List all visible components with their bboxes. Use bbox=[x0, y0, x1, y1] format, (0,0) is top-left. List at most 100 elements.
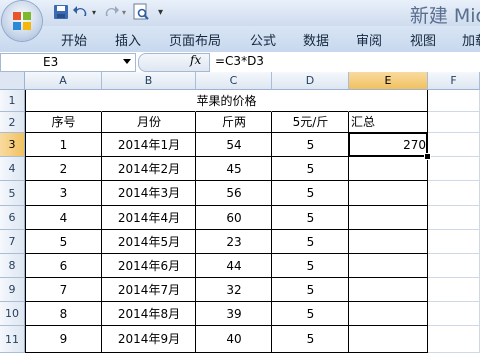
cell[interactable] bbox=[349, 157, 428, 181]
cell[interactable] bbox=[428, 254, 480, 278]
column-header-c[interactable]: C bbox=[196, 72, 272, 90]
table-title: 苹果的价格 bbox=[196, 94, 257, 108]
row-header-10[interactable]: 10 bbox=[0, 302, 25, 326]
cell[interactable] bbox=[428, 133, 480, 157]
row-header-4[interactable]: 4 bbox=[0, 157, 25, 181]
tab-page-layout[interactable]: 页面布局 bbox=[169, 30, 221, 49]
tab-review[interactable]: 审阅 bbox=[356, 30, 382, 49]
cell[interactable] bbox=[428, 230, 480, 254]
data-cell[interactable]: 2014年7月 bbox=[102, 278, 196, 302]
active-cell-selection[interactable] bbox=[348, 132, 428, 157]
cell[interactable] bbox=[349, 254, 428, 278]
cell[interactable] bbox=[428, 326, 480, 353]
column-header-e[interactable]: E bbox=[349, 72, 428, 90]
undo-icon[interactable] bbox=[72, 3, 90, 21]
redo-icon[interactable] bbox=[102, 3, 120, 21]
data-cell[interactable]: 2014年2月 bbox=[102, 157, 196, 181]
tab-home[interactable]: 开始 bbox=[61, 30, 87, 49]
row-header-8[interactable]: 8 bbox=[0, 254, 25, 278]
data-cell[interactable]: 5 bbox=[272, 181, 349, 206]
tab-formulas[interactable]: 公式 bbox=[250, 30, 276, 49]
insert-function-icon[interactable]: fx bbox=[190, 53, 201, 67]
data-cell[interactable]: 5 bbox=[272, 206, 349, 230]
select-all-corner[interactable] bbox=[0, 72, 25, 90]
cell[interactable] bbox=[349, 326, 428, 353]
data-cell[interactable]: 1 bbox=[25, 133, 102, 157]
column-header-b[interactable]: B bbox=[102, 72, 196, 90]
undo-dropdown-icon[interactable]: ▾ bbox=[92, 8, 96, 17]
row-header-11[interactable]: 11 bbox=[0, 326, 25, 353]
name-box[interactable]: E3 bbox=[0, 53, 136, 72]
data-cell[interactable]: 54 bbox=[196, 133, 272, 157]
data-cell[interactable]: 45 bbox=[196, 157, 272, 181]
data-cell[interactable]: 32 bbox=[196, 278, 272, 302]
data-cell[interactable]: 8 bbox=[25, 302, 102, 326]
column-header-a[interactable]: A bbox=[25, 72, 102, 90]
save-icon[interactable] bbox=[52, 3, 70, 21]
cell[interactable] bbox=[349, 302, 428, 326]
data-cell[interactable]: 9 bbox=[25, 326, 102, 353]
customize-arrow-icon[interactable]: ▾ bbox=[158, 7, 163, 18]
row-header-9[interactable]: 9 bbox=[0, 278, 25, 302]
data-cell[interactable]: 2 bbox=[25, 157, 102, 181]
office-logo-icon bbox=[13, 12, 31, 30]
column-header-f[interactable]: F bbox=[428, 72, 480, 90]
data-cell[interactable]: 39 bbox=[196, 302, 272, 326]
cell[interactable] bbox=[428, 90, 480, 112]
data-cell[interactable]: 3 bbox=[25, 181, 102, 206]
row-header-2[interactable]: 2 bbox=[0, 112, 25, 133]
tab-insert[interactable]: 插入 bbox=[115, 30, 141, 49]
data-cell[interactable]: 5 bbox=[272, 326, 349, 353]
row-header-1[interactable]: 1 bbox=[0, 90, 25, 112]
row-header-5[interactable]: 5 bbox=[0, 181, 25, 206]
data-cell[interactable]: 6 bbox=[25, 254, 102, 278]
cell[interactable] bbox=[349, 278, 428, 302]
data-cell[interactable]: 40 bbox=[196, 326, 272, 353]
quick-access-toolbar: ▾ ▾ ▾ bbox=[52, 2, 163, 22]
row-header-7[interactable]: 7 bbox=[0, 230, 25, 254]
data-cell[interactable]: 23 bbox=[196, 230, 272, 254]
data-cell[interactable]: 2014年6月 bbox=[102, 254, 196, 278]
data-cell[interactable]: 5 bbox=[272, 302, 349, 326]
cell[interactable] bbox=[349, 181, 428, 206]
namebox-dropdown-icon[interactable] bbox=[123, 59, 131, 64]
data-cell[interactable]: 60 bbox=[196, 206, 272, 230]
data-cell[interactable]: 2014年9月 bbox=[102, 326, 196, 353]
fill-handle[interactable] bbox=[424, 153, 431, 160]
formula-bar: E3 fx =C3*D3 bbox=[0, 52, 480, 73]
row-header-3[interactable]: 3 bbox=[0, 133, 25, 157]
data-cell[interactable]: 2014年3月 bbox=[102, 181, 196, 206]
header-cell: 斤两 bbox=[221, 115, 246, 129]
data-cell[interactable]: 2014年1月 bbox=[102, 133, 196, 157]
column-header-d[interactable]: D bbox=[272, 72, 349, 90]
data-cell[interactable]: 5 bbox=[272, 133, 349, 157]
cell[interactable] bbox=[428, 302, 480, 326]
redo-dropdown-icon[interactable]: ▾ bbox=[122, 8, 126, 17]
data-cell[interactable]: 5 bbox=[272, 157, 349, 181]
office-button[interactable] bbox=[2, 1, 42, 41]
data-cell[interactable]: 5 bbox=[272, 254, 349, 278]
cell[interactable] bbox=[349, 230, 428, 254]
cell[interactable] bbox=[428, 157, 480, 181]
tab-data[interactable]: 数据 bbox=[303, 30, 329, 49]
cell[interactable] bbox=[428, 112, 480, 133]
data-cell[interactable]: 5 bbox=[272, 278, 349, 302]
cell[interactable] bbox=[428, 278, 480, 302]
data-cell[interactable]: 2014年4月 bbox=[102, 206, 196, 230]
data-cell[interactable]: 5 bbox=[25, 230, 102, 254]
cell[interactable] bbox=[349, 206, 428, 230]
data-cell[interactable]: 2014年5月 bbox=[102, 230, 196, 254]
data-cell[interactable]: 56 bbox=[196, 181, 272, 206]
data-cell[interactable]: 5 bbox=[272, 230, 349, 254]
data-cell[interactable]: 44 bbox=[196, 254, 272, 278]
tab-addins[interactable]: 加载 bbox=[462, 30, 480, 49]
data-cell[interactable]: 4 bbox=[25, 206, 102, 230]
data-cell[interactable]: 7 bbox=[25, 278, 102, 302]
print-preview-icon[interactable] bbox=[132, 3, 150, 21]
cell[interactable] bbox=[428, 206, 480, 230]
cell[interactable] bbox=[428, 181, 480, 206]
tab-view[interactable]: 视图 bbox=[410, 30, 436, 49]
row-header-6[interactable]: 6 bbox=[0, 206, 25, 230]
data-cell[interactable]: 2014年8月 bbox=[102, 302, 196, 326]
formula-input[interactable]: =C3*D3 bbox=[215, 54, 264, 68]
